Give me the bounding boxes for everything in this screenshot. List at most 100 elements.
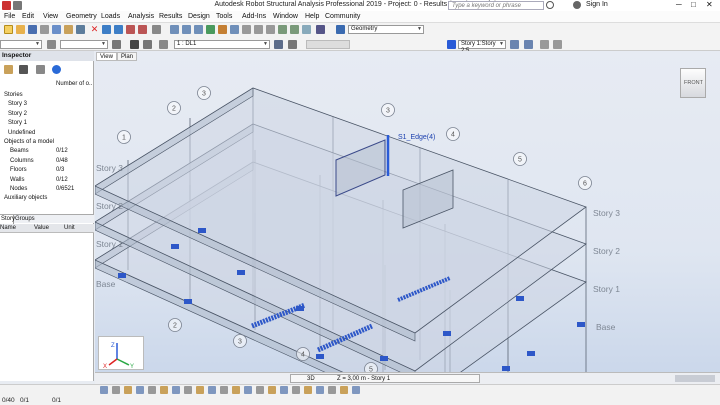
help-icon[interactable] <box>52 65 61 74</box>
menu-window[interactable]: Window <box>273 13 298 20</box>
display-option-icon[interactable] <box>280 386 288 394</box>
grid-icon[interactable] <box>302 25 311 34</box>
tab-story[interactable]: Story <box>0 215 15 224</box>
display-option-icon[interactable] <box>148 386 156 394</box>
display-option-icon[interactable] <box>124 386 132 394</box>
properties-icon[interactable] <box>290 25 299 34</box>
menu-loads[interactable]: Loads <box>101 13 120 20</box>
support-icon[interactable] <box>198 228 206 233</box>
display-option-icon[interactable] <box>316 386 324 394</box>
tree-item[interactable]: Columns 0/48 <box>0 157 94 165</box>
support-icon[interactable] <box>171 244 179 249</box>
minimize-button[interactable]: ─ <box>676 0 682 9</box>
redo-arrow-icon[interactable] <box>138 25 147 34</box>
display-option-icon[interactable] <box>172 386 180 394</box>
preview-icon[interactable] <box>52 25 61 34</box>
filter-combo[interactable]: ▼ <box>60 40 108 49</box>
print-icon[interactable] <box>40 25 49 34</box>
support-icon[interactable] <box>296 306 304 311</box>
view-xy-icon[interactable] <box>242 25 251 34</box>
menu-file[interactable]: File <box>4 13 15 20</box>
new-icon[interactable] <box>4 25 13 34</box>
tree-item[interactable]: Story 2 <box>0 110 94 118</box>
redo-icon[interactable] <box>114 25 123 34</box>
support-icon[interactable] <box>118 273 126 278</box>
tree-item[interactable]: Floors 0/3 <box>0 166 94 174</box>
sign-in-button[interactable]: Sign In <box>586 1 608 8</box>
display-option-icon[interactable] <box>292 386 300 394</box>
rotate-icon[interactable] <box>218 25 227 34</box>
display-option-icon[interactable] <box>160 386 168 394</box>
horizontal-scrollbar[interactable] <box>675 375 715 382</box>
display-option-icon[interactable] <box>328 386 336 394</box>
display-option-icon[interactable] <box>232 386 240 394</box>
maximize-button[interactable]: □ <box>691 0 696 9</box>
tree-item[interactable]: Auxiliary objects <box>0 194 94 202</box>
support-icon[interactable] <box>443 331 451 336</box>
support-icon[interactable] <box>316 354 324 359</box>
viewport-3d[interactable]: S1_Edge(4) 1 2 3 3 4 5 6 2 3 4 5 Story 3 Story 2 Story… <box>95 51 720 384</box>
pan-icon[interactable] <box>206 25 215 34</box>
story-icon[interactable] <box>447 40 456 49</box>
tree-search-icon[interactable] <box>36 65 45 74</box>
menu-help[interactable]: Help <box>305 13 319 20</box>
menu-analysis[interactable]: Analysis <box>128 13 154 20</box>
display-option-icon[interactable] <box>184 386 192 394</box>
load-case-icon[interactable] <box>130 40 139 49</box>
calc-icon[interactable] <box>152 25 161 34</box>
display-option-icon[interactable] <box>268 386 276 394</box>
tab-groups[interactable]: Groups <box>15 215 35 224</box>
structure-model[interactable]: S1_Edge(4)12334562345Story 3Story 2Story… <box>95 51 720 384</box>
tab-view[interactable]: View <box>96 52 117 61</box>
select-filter-icon[interactable] <box>112 40 121 49</box>
story-settings-icon[interactable] <box>540 40 549 49</box>
support-icon[interactable] <box>577 322 585 327</box>
load-table-icon[interactable] <box>288 40 297 49</box>
display-option-icon[interactable] <box>304 386 312 394</box>
display-option-icon[interactable] <box>100 386 108 394</box>
zoom-icon[interactable] <box>170 25 179 34</box>
display-option-icon[interactable] <box>256 386 264 394</box>
display-option-icon[interactable] <box>136 386 144 394</box>
story-up-icon[interactable] <box>510 40 519 49</box>
display-option-icon[interactable] <box>340 386 348 394</box>
zoom-window-icon[interactable] <box>182 25 191 34</box>
view-yz-icon[interactable] <box>266 25 275 34</box>
select-icon[interactable] <box>47 40 56 49</box>
load-case-prev-icon[interactable] <box>159 40 168 49</box>
load-case-next-icon[interactable] <box>274 40 283 49</box>
tree-edit-icon[interactable] <box>19 65 28 74</box>
support-icon[interactable] <box>502 366 510 371</box>
undo-arrow-icon[interactable] <box>126 25 135 34</box>
load-case-select[interactable]: 1 : DL1 ▼ <box>174 40 270 49</box>
story-table-icon[interactable] <box>553 40 562 49</box>
tree-filter-icon[interactable] <box>4 65 13 74</box>
undo-icon[interactable] <box>102 25 111 34</box>
support-icon[interactable] <box>527 351 535 356</box>
view-cube[interactable]: FRONT <box>680 68 706 98</box>
tree-item[interactable]: Nodes 0/6521 <box>0 185 94 193</box>
display-option-icon[interactable] <box>352 386 360 394</box>
tree-item[interactable]: Objects of a model <box>0 138 94 146</box>
delete-icon[interactable]: ✕ <box>90 25 99 34</box>
tree-item[interactable]: Undefined <box>0 129 94 137</box>
menu-community[interactable]: Community <box>325 13 360 20</box>
display-option-icon[interactable] <box>220 386 228 394</box>
open-icon[interactable] <box>16 25 25 34</box>
paste-icon[interactable] <box>76 25 85 34</box>
menu-geometry[interactable]: Geometry <box>66 13 97 20</box>
search-input[interactable]: Type a keyword or phrase <box>448 1 544 10</box>
tree-item[interactable]: Beams 0/12 <box>0 147 94 155</box>
menu-results[interactable]: Results <box>159 13 182 20</box>
display-icon[interactable] <box>278 25 287 34</box>
menu-tools[interactable]: Tools <box>216 13 232 20</box>
selection-combo[interactable]: ▼ <box>0 40 42 49</box>
view-xz-icon[interactable] <box>254 25 263 34</box>
menu-design[interactable]: Design <box>188 13 210 20</box>
display-option-icon[interactable] <box>112 386 120 394</box>
support-icon[interactable] <box>237 270 245 275</box>
layout-icon[interactable] <box>336 25 345 34</box>
search-icon[interactable] <box>546 1 554 9</box>
menu-edit[interactable]: Edit <box>22 13 34 20</box>
view-3d-icon[interactable] <box>230 25 239 34</box>
